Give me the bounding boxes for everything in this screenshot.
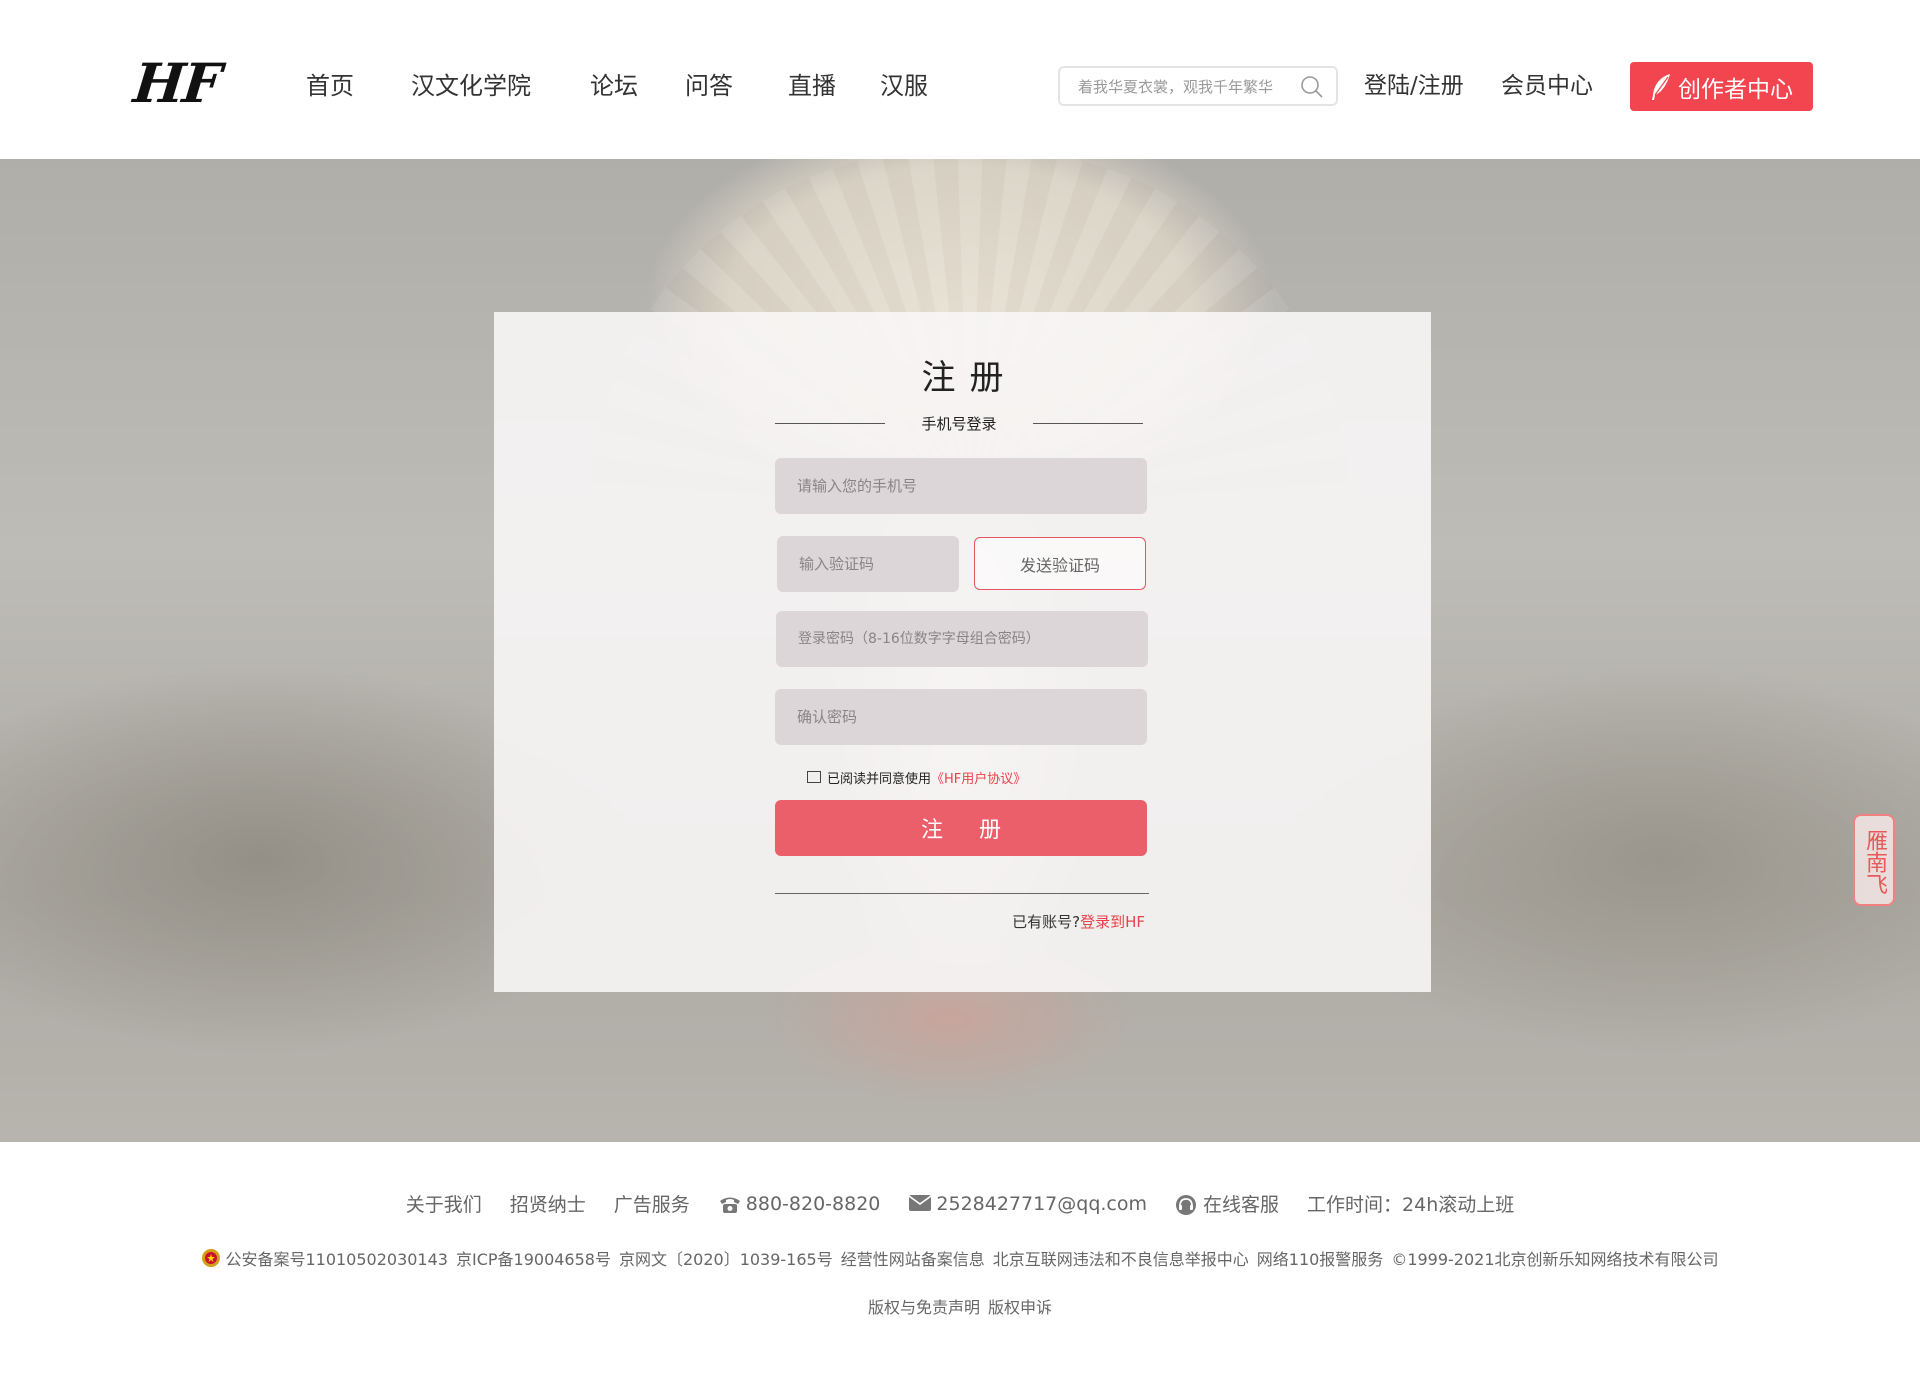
register-subtitle: 手机号登录 [921,415,997,433]
seal-stamp[interactable]: 雁南飞 [1853,814,1895,906]
bottom-divider [775,893,1149,894]
have-account-text: 已有账号? [1012,913,1081,931]
nav-home[interactable]: 首页 [306,70,354,102]
footer-rights-row: 版权与免责声明 版权申诉 [0,1294,1920,1318]
footer-online-service[interactable]: 在线客服 [1175,1190,1279,1217]
footer-online-service-label: 在线客服 [1203,1194,1280,1216]
footer-hours-label: 工作时间：24h滚动上班 [1307,1194,1515,1216]
footer-ads-link[interactable]: 广告服务 [614,1190,690,1217]
nav-forum[interactable]: 论坛 [590,70,638,102]
password-input[interactable] [776,611,1148,667]
confirm-password-input[interactable] [775,689,1147,745]
search-box [1058,66,1338,106]
send-code-button[interactable]: 发送验证码 [974,537,1146,590]
search-input[interactable] [1078,76,1288,98]
site-header: HF 首页 汉文化学院 论坛 问答 直播 汉服 登陆/注册 会员中心 创作者中心 [0,0,1920,159]
footer-phone[interactable]: 880-820-8820 [718,1192,881,1215]
member-center-link[interactable]: 会员中心 [1501,70,1593,102]
subtitle-divider-right [1033,423,1143,424]
search-icon[interactable] [1300,75,1324,99]
agreement-text: 已阅读并同意使用 [827,771,932,787]
creator-center-button[interactable]: 创作者中心 [1630,62,1813,111]
police-badge-icon [201,1248,221,1268]
login-to-hf-link[interactable]: 登录到HF [1080,913,1145,931]
login-register-link[interactable]: 登陆/注册 [1364,70,1464,102]
login-prompt: 已有账号?登录到HF [1012,911,1145,932]
feather-icon [1650,73,1672,101]
logo-text: HF [130,51,223,115]
footer-copyright: ©1999-2021北京创新乐知网络技术有限公司 [1391,1250,1719,1269]
footer-wangwen[interactable]: 京网文〔2020〕1039-165号 [619,1246,833,1270]
verification-code-input[interactable] [777,536,959,592]
footer-beian[interactable]: 公安备案号11010502030143 [201,1246,448,1270]
agreement-row: 已阅读并同意使用 《HF用户协议》 [807,767,1026,787]
footer-about-link[interactable]: 关于我们 [406,1190,482,1217]
mail-icon [908,1194,932,1214]
user-agreement-link[interactable]: 《HF用户协议》 [931,768,1026,787]
footer-email-address: 2528427717@qq.com [936,1192,1148,1215]
agreement-checkbox[interactable] [807,771,821,783]
footer-ads-label: 广告服务 [613,1194,690,1216]
footer-about-label: 关于我们 [405,1194,482,1216]
footer-report-center[interactable]: 北京互联网违法和不良信息举报中心 [993,1246,1249,1270]
headset-icon [1175,1194,1197,1215]
nav-han-culture-academy[interactable]: 汉文化学院 [411,70,531,102]
footer-rights-link[interactable]: 版权与免责声明 [868,1294,980,1318]
footer-phone-number: 880-820-8820 [745,1192,881,1215]
subtitle-divider-left [775,423,885,424]
footer-email[interactable]: 2528427717@qq.com [908,1193,1147,1215]
footer-recruit-link[interactable]: 招贤纳士 [510,1190,586,1217]
footer-police-service[interactable]: 网络110报警服务 [1257,1246,1384,1270]
nav-qa[interactable]: 问答 [685,70,733,102]
footer-legal-row: 公安备案号11010502030143 京ICP备19004658号 京网文〔2… [0,1246,1920,1270]
footer-appeal-link[interactable]: 版权申诉 [988,1294,1052,1318]
phone-input[interactable] [775,458,1147,514]
footer-icp[interactable]: 京ICP备19004658号 [456,1246,611,1270]
register-submit-button[interactable]: 注册 [775,800,1147,856]
footer-links-row: 关于我们 招贤纳士 广告服务 880-820-8820 2528427717@q… [0,1190,1920,1217]
register-title: 注册 [921,358,1018,398]
footer-hours: 工作时间：24h滚动上班 [1307,1190,1514,1217]
footer-recruit-label: 招贤纳士 [509,1194,586,1216]
footer-beian-number: 公安备案号11010502030143 [225,1250,448,1269]
nav-hanfu[interactable]: 汉服 [880,70,928,102]
register-card: 注册 手机号登录 发送验证码 已阅读并同意使用 《HF用户协议》 注册 已有账号… [494,312,1431,992]
footer-business-info[interactable]: 经营性网站备案信息 [841,1246,985,1270]
site-footer: 关于我们 招贤纳士 广告服务 880-820-8820 2528427717@q… [0,1142,1920,1385]
phone-icon [718,1194,740,1214]
site-logo[interactable]: HF [131,51,223,115]
creator-center-label: 创作者中心 [1678,76,1793,103]
nav-live[interactable]: 直播 [788,70,836,102]
